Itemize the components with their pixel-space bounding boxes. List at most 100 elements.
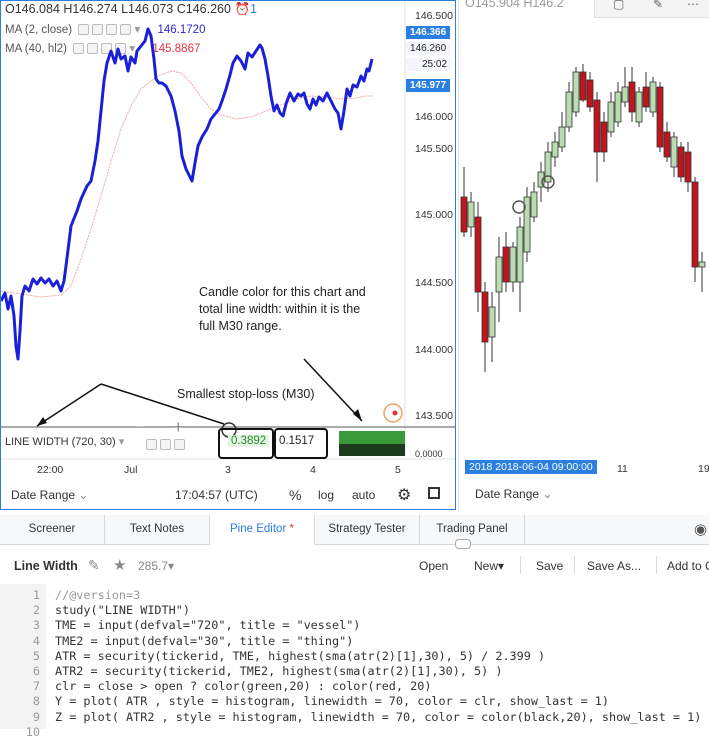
right-chart-panel[interactable]: O145.904 H146.2 ▢ ✎ ⋯ 2018 2018-06-04 09… bbox=[458, 0, 709, 510]
time-tick: 19 bbox=[698, 463, 709, 475]
tab-trading-panel[interactable]: Trading Panel bbox=[420, 515, 525, 544]
tab-pine-editor[interactable]: Pine Editor * bbox=[210, 515, 315, 546]
tab-screener[interactable]: Screener bbox=[0, 515, 105, 544]
tab-text-notes[interactable]: Text Notes bbox=[105, 515, 210, 544]
candle-plot[interactable] bbox=[459, 0, 709, 470]
candle-body bbox=[544, 151, 552, 183]
price-tick: 144.500 bbox=[415, 277, 453, 289]
open-button[interactable]: Open bbox=[419, 559, 448, 573]
price-tick: 146.500 bbox=[415, 10, 453, 22]
lower-value-2: 0.1517 bbox=[279, 435, 315, 447]
price-tick: 144.000 bbox=[415, 344, 453, 356]
chevron-down-icon: ⌄ bbox=[542, 487, 553, 501]
lower-pane-label: LINE WIDTH (720, 30) bbox=[5, 436, 116, 448]
gear-icon[interactable] bbox=[160, 439, 171, 451]
code-line[interactable]: Z = plot( ATR2 , style = histogram, line… bbox=[55, 710, 701, 724]
code-line[interactable]: TME = input(defval="720", title = "vesse… bbox=[55, 618, 360, 632]
price-tick: 145.000 bbox=[415, 209, 453, 221]
line-number: 3 bbox=[32, 618, 40, 633]
candle-body bbox=[516, 226, 524, 283]
close-icon[interactable] bbox=[174, 439, 185, 451]
code-line[interactable]: TME2 = input(defval="30", title = "thing… bbox=[55, 634, 353, 648]
candle-body bbox=[635, 91, 643, 123]
price-tick: 145.500 bbox=[415, 143, 453, 155]
candle-body bbox=[579, 71, 587, 101]
bottom-tabs: Screener Text Notes Pine Editor * Strate… bbox=[0, 515, 709, 549]
percent-toggle[interactable]: % bbox=[289, 487, 301, 503]
candle-body bbox=[474, 216, 482, 293]
candle-body bbox=[509, 246, 517, 283]
candle-body bbox=[642, 86, 650, 108]
fullscreen-icon[interactable] bbox=[428, 487, 440, 499]
code-line[interactable]: ATR = security(tickerid, TME, highest(sm… bbox=[55, 649, 545, 663]
camera-icon[interactable]: ◉ bbox=[694, 520, 707, 538]
candle-body bbox=[670, 136, 678, 168]
tab-strategy-tester[interactable]: Strategy Tester bbox=[315, 515, 420, 544]
date-range-button[interactable]: Date Range ⌄ bbox=[475, 487, 552, 501]
code-line[interactable]: clr = close > open ? color(green,20) : c… bbox=[55, 679, 431, 693]
code-line[interactable]: study("LINE WIDTH") bbox=[55, 603, 190, 617]
zoom-in-icon[interactable]: + bbox=[173, 417, 184, 438]
candle-body bbox=[551, 141, 559, 158]
candle-body bbox=[530, 191, 538, 218]
candle-body bbox=[593, 99, 601, 153]
time-tick: 5 bbox=[395, 464, 401, 476]
line-number: 6 bbox=[32, 664, 40, 678]
line-number: 8 bbox=[32, 694, 40, 709]
gear-icon[interactable]: ⚙ bbox=[397, 485, 411, 505]
candle-body bbox=[698, 261, 706, 268]
zoom-out-icon[interactable]: − bbox=[135, 417, 146, 438]
eye-icon[interactable] bbox=[146, 439, 157, 451]
chevron-down-icon[interactable]: ▾ bbox=[119, 436, 125, 448]
lower-pane-legend[interactable]: LINE WIDTH (720, 30) ▾ bbox=[5, 435, 124, 448]
new-button[interactable]: New▾ bbox=[474, 559, 504, 573]
price-tick: 143.500 bbox=[415, 410, 453, 422]
candle-body bbox=[663, 131, 671, 158]
price-tick: 146.000 bbox=[415, 111, 453, 123]
lower-axis-tick: 0.0000 bbox=[415, 449, 443, 459]
star-icon[interactable]: ★ bbox=[113, 556, 126, 574]
candle-body bbox=[502, 246, 510, 283]
left-chart-panel[interactable]: O146.084 H146.274 L146.073 C146.260 ⏰1 M… bbox=[0, 0, 456, 510]
candle-body bbox=[691, 181, 699, 268]
version-label: 285.7 bbox=[138, 559, 169, 573]
code-line[interactable]: ATR2 = security(tickerid, TME2, highest(… bbox=[55, 664, 502, 678]
version-dropdown[interactable]: 285.7▾ bbox=[138, 559, 174, 573]
date-range-label: Date Range bbox=[11, 488, 76, 502]
line-number: 1 bbox=[32, 588, 40, 602]
line-number: 4 bbox=[32, 633, 40, 648]
candle-body bbox=[488, 306, 496, 338]
code-line[interactable]: //@version=3 bbox=[55, 588, 140, 602]
auto-toggle[interactable]: auto bbox=[352, 488, 375, 502]
candle-body bbox=[495, 256, 503, 293]
time-tick: Jul bbox=[124, 464, 138, 476]
date-range-button[interactable]: Date Range ⌄ bbox=[11, 488, 88, 502]
save-button[interactable]: Save bbox=[536, 559, 563, 573]
candle-body bbox=[481, 291, 489, 343]
save-as-button[interactable]: Save As... bbox=[587, 559, 641, 573]
candle-body bbox=[614, 91, 622, 123]
price-tag-ma40: 145.977 bbox=[406, 79, 451, 92]
editor-toolbar: Line Width ✎ ★ 285.7▾ Open New▾ Save Sav… bbox=[0, 548, 709, 584]
add-to-chart-button[interactable]: Add to C bbox=[667, 559, 709, 573]
code-editor[interactable]: 1 //@version=3 2 study("LINE WIDTH") 3 TME = … bbox=[0, 584, 709, 739]
histogram-green-bar bbox=[339, 431, 405, 444]
candle-body bbox=[628, 81, 636, 113]
time-tick: 3 bbox=[225, 464, 231, 476]
line-number: 10 bbox=[25, 724, 40, 739]
candle-body bbox=[656, 86, 664, 148]
candle-body bbox=[607, 101, 615, 133]
log-toggle[interactable]: log bbox=[318, 488, 334, 502]
code-line[interactable]: Y = plot( ATR , style = histogram, linew… bbox=[55, 694, 609, 708]
countdown-tag: 25:02 bbox=[406, 58, 452, 71]
divider bbox=[574, 556, 575, 574]
candle-body bbox=[572, 71, 580, 113]
time-tick: 22:00 bbox=[37, 464, 64, 476]
tab-label: Pine Editor bbox=[230, 523, 287, 535]
pencil-icon[interactable]: ✎ bbox=[88, 557, 100, 574]
utc-clock[interactable]: 17:04:57 (UTC) bbox=[175, 488, 258, 502]
crosshair-time-label: 2018 2018-06-04 09:00:00 bbox=[465, 460, 597, 474]
histogram-dark-bar bbox=[339, 444, 405, 456]
candle-body bbox=[565, 91, 573, 128]
annotation-candle-color: Candle color for this chart and total li… bbox=[199, 285, 366, 333]
